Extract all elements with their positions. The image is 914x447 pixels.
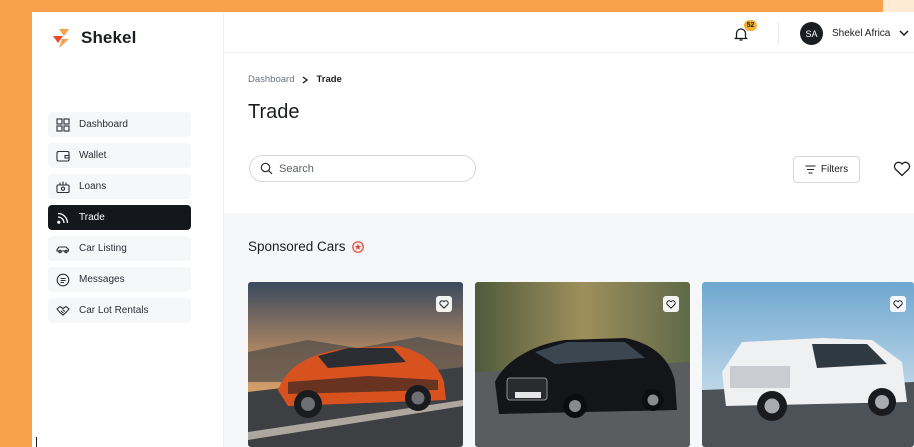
car-card-black-sedan[interactable] xyxy=(475,282,690,447)
black-luxury-sedan-image xyxy=(475,282,690,447)
breadcrumb: Dashboard Trade xyxy=(248,74,342,85)
handshake-icon xyxy=(56,304,70,318)
car-card-white-suv[interactable] xyxy=(702,282,914,447)
car-card-orange-sedan[interactable] xyxy=(248,282,463,447)
heart-icon[interactable] xyxy=(663,296,679,312)
sidebar-item-car-listing[interactable]: Car Listing xyxy=(48,236,191,261)
avatar[interactable]: SA xyxy=(800,22,823,45)
top-bar: 52 SA Shekel Africa xyxy=(224,12,914,53)
sidebar-item-label: Car Listing xyxy=(79,243,127,254)
breadcrumb-root[interactable]: Dashboard xyxy=(248,74,294,85)
app-name: Shekel xyxy=(81,28,137,47)
sidebar-item-car-lot-rentals[interactable]: Car Lot Rentals xyxy=(48,298,191,323)
heart-icon[interactable] xyxy=(890,296,906,312)
sponsored-badge-icon xyxy=(351,240,364,253)
sidebar-item-label: Messages xyxy=(79,274,125,285)
notification-badge: 52 xyxy=(744,20,757,31)
white-suv-image xyxy=(702,282,914,447)
breadcrumb-current: Trade xyxy=(316,74,342,85)
favorites-heart-icon[interactable] xyxy=(893,161,911,177)
chevron-right-icon xyxy=(303,75,309,84)
sidebar-item-wallet[interactable]: Wallet xyxy=(48,143,191,168)
sidebar-item-label: Trade xyxy=(79,212,105,223)
filters-button[interactable]: Filters xyxy=(793,156,860,183)
search-input[interactable] xyxy=(279,162,459,175)
sidebar-item-label: Loans xyxy=(79,181,107,192)
filters-label: Filters xyxy=(820,164,849,175)
section-title-text: Sponsored Cars xyxy=(248,239,346,254)
rss-icon xyxy=(56,211,70,225)
sidebar-item-label: Dashboard xyxy=(79,119,128,130)
filter-icon xyxy=(805,165,816,174)
sidebar-item-loans[interactable]: Loans xyxy=(48,174,191,199)
chevron-down-icon[interactable] xyxy=(898,27,910,39)
sidebar: Shekel Dashboard Wallet Loans Trade Car … xyxy=(32,12,224,447)
loans-icon xyxy=(56,180,70,194)
orange-sedan-image xyxy=(248,282,463,447)
grid-icon xyxy=(56,117,70,132)
sidebar-nav: Dashboard Wallet Loans Trade Car Listing… xyxy=(48,112,191,329)
page-title: Trade xyxy=(248,101,300,123)
user-name[interactable]: Shekel Africa xyxy=(832,28,890,39)
car-icon xyxy=(56,242,70,256)
shekel-logo-icon xyxy=(53,29,69,48)
sidebar-item-dashboard[interactable]: Dashboard xyxy=(48,112,191,137)
sidebar-item-trade[interactable]: Trade xyxy=(48,205,191,230)
search-icon xyxy=(260,162,273,175)
text-cursor xyxy=(36,437,37,447)
app-window: Shekel Dashboard Wallet Loans Trade Car … xyxy=(32,12,914,447)
window-edge xyxy=(883,0,914,12)
sponsored-title: Sponsored Cars xyxy=(248,239,364,254)
sidebar-item-label: Car Lot Rentals xyxy=(79,305,149,316)
message-icon xyxy=(56,273,70,287)
wallet-icon xyxy=(56,149,70,163)
app-logo[interactable]: Shekel xyxy=(50,27,136,49)
sidebar-item-messages[interactable]: Messages xyxy=(48,267,191,292)
search-box[interactable] xyxy=(249,155,476,182)
heart-icon[interactable] xyxy=(436,296,452,312)
header-divider xyxy=(778,22,779,44)
sidebar-item-label: Wallet xyxy=(79,150,107,161)
